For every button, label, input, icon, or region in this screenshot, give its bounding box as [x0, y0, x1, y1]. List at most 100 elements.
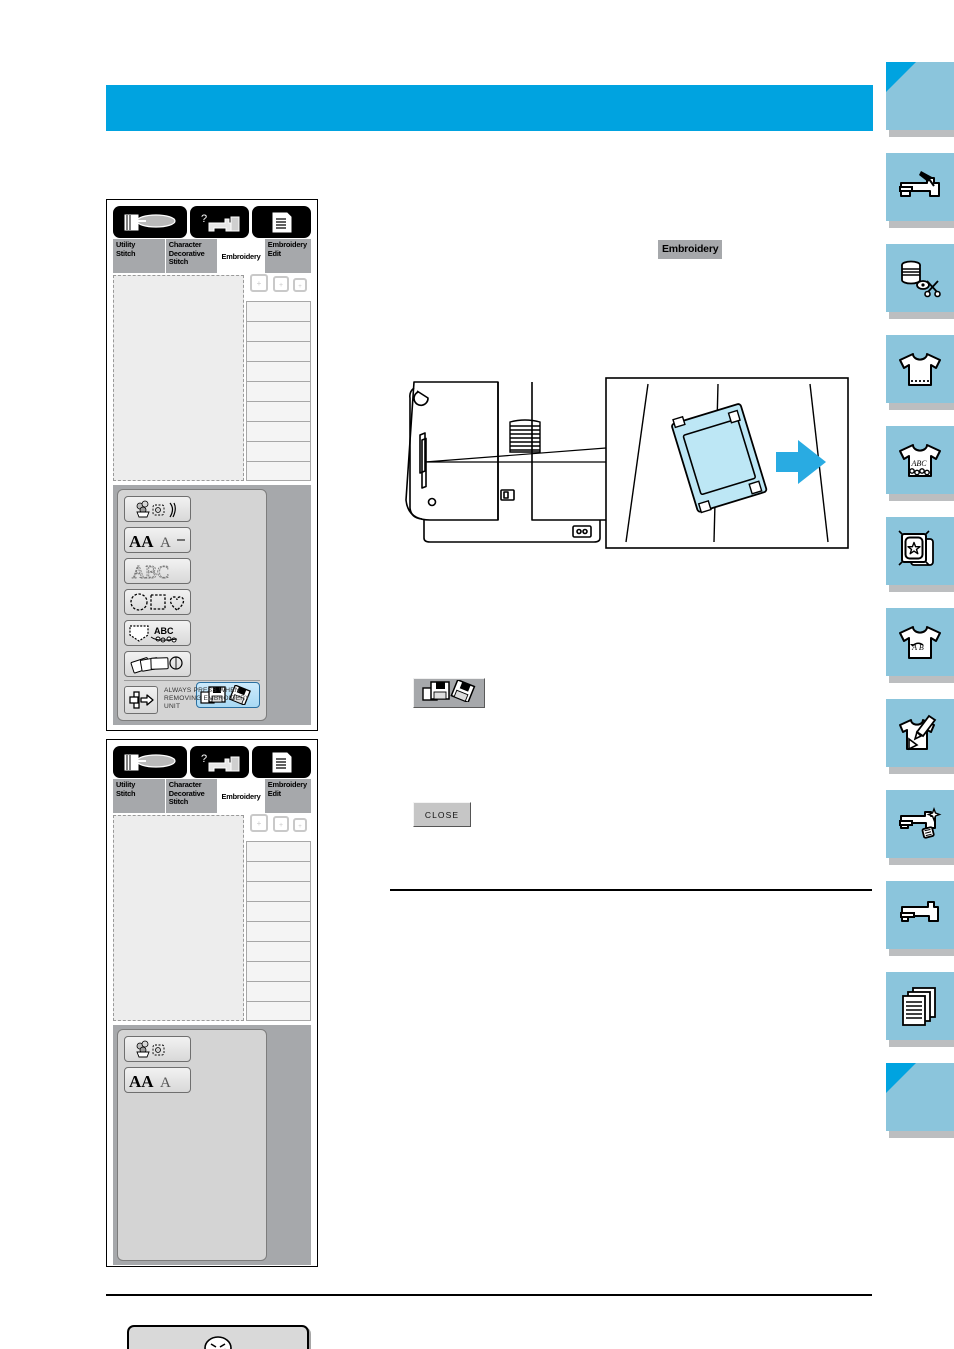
question-machine-icon[interactable]: ? — [189, 206, 249, 238]
tab-embroidery-edit[interactable]: Embroidery Edit — [264, 779, 312, 813]
disk-error-dialog: Can not read this disk. This disk may be… — [127, 1325, 309, 1349]
svg-text:ABC: ABC — [154, 626, 174, 636]
tab-label-line2: Stitch — [116, 788, 136, 798]
hoop-size-selector: + + + — [246, 272, 311, 301]
manual-page: ABC A B ? Utility Stitch Character Decor… — [0, 0, 954, 1349]
book-pencil-icon[interactable] — [113, 746, 187, 778]
tab-label-line3: Stitch — [168, 797, 189, 806]
svg-text:+: + — [257, 819, 262, 828]
sidebar-item-appliques[interactable] — [886, 699, 954, 774]
floral-patterns-button[interactable] — [124, 496, 191, 522]
hoop-large-icon[interactable]: + — [248, 272, 270, 299]
lcd2-body: + + + — [113, 812, 311, 1021]
list-item — [247, 842, 310, 862]
tshirt-dashed-hem-icon — [896, 349, 944, 389]
sewing-machine-icon — [896, 167, 944, 207]
sidebar-item-threading[interactable] — [886, 244, 954, 319]
page-header-bar — [106, 85, 873, 131]
sidebar-item-embroidery[interactable] — [886, 517, 954, 592]
pattern-preview-area — [113, 275, 244, 481]
tab-embroidery[interactable]: Embroidery — [218, 779, 265, 813]
tab-embroidery[interactable]: Embroidery — [218, 239, 265, 273]
sad-face-icon — [137, 1335, 299, 1349]
hoop-small-icon[interactable]: + — [292, 277, 309, 299]
sidebar-item-machine-settings[interactable] — [886, 881, 954, 956]
svg-text:ABC: ABC — [132, 562, 169, 581]
sidebar-item-sewing-machine[interactable] — [886, 153, 954, 228]
svg-text:+: + — [298, 824, 302, 830]
machine-plain-icon — [896, 898, 944, 932]
list-item — [247, 422, 310, 442]
hoop-medium-icon[interactable]: + — [271, 274, 291, 299]
tshirt-abc-icon: ABC — [896, 440, 944, 480]
svg-text:?: ? — [201, 213, 207, 225]
hoop-large-icon[interactable]: + — [248, 812, 270, 839]
tab-embroidery-edit[interactable]: Embroidery Edit — [264, 239, 312, 273]
list-item — [247, 942, 310, 962]
lcd2-tab-row: Utility Stitch Character Decorative Stit… — [113, 779, 312, 813]
svg-text:AA: AA — [129, 1072, 154, 1090]
tab-character-decorative-stitch[interactable]: Character Decorative Stitch — [165, 239, 219, 273]
checklist-page-icon[interactable] — [251, 206, 311, 238]
tab-character-decorative-stitch[interactable]: Character Decorative Stitch — [165, 779, 219, 813]
lcd1-body: + + + — [113, 272, 311, 481]
alphabet-patterns-button[interactable]: AA A — [124, 527, 191, 553]
tshirt-pen-icon — [896, 713, 944, 753]
disk-key-button[interactable] — [413, 678, 485, 708]
list-item — [247, 882, 310, 902]
list-item — [247, 442, 310, 462]
svg-text:+: + — [279, 282, 283, 289]
sidebar-item-utility-stitch[interactable] — [886, 335, 954, 410]
sidebar-item-back-cover[interactable] — [886, 1063, 954, 1138]
tab-utility-stitch[interactable]: Utility Stitch — [113, 779, 166, 813]
sidebar-item-cover[interactable] — [886, 62, 954, 137]
floppy-disk-icon — [421, 678, 477, 707]
page-footer-divider — [106, 1294, 872, 1296]
hoop-medium-icon[interactable]: + — [271, 814, 291, 839]
tab-label-line3: Stitch — [168, 257, 189, 266]
remove-unit-note-text: ALWAYS PRESS WHEN REMOVING EMBROIDERY UN… — [164, 687, 250, 710]
list-item — [247, 862, 310, 882]
floral-patterns-button[interactable] — [124, 1036, 191, 1062]
book-pencil-icon[interactable] — [113, 206, 187, 238]
carriage-release-icon[interactable] — [124, 686, 158, 714]
tab-label-line1: Embroidery — [221, 791, 261, 801]
sidebar-item-character-stitch[interactable]: ABC — [886, 426, 954, 501]
list-item — [247, 362, 310, 382]
svg-text:+: + — [279, 822, 283, 829]
lcd1-tab-row: Utility Stitch Character Decorative Stit… — [113, 239, 312, 273]
list-item — [247, 402, 310, 422]
machine-sparkle-icon — [896, 804, 944, 844]
svg-text:+: + — [298, 284, 302, 290]
lcd-screen-panel-2: ? Utility Stitch Character Decorative St… — [106, 739, 318, 1349]
svg-text:+: + — [257, 279, 262, 288]
sidebar-item-index[interactable] — [886, 972, 954, 1047]
alphabet-patterns-button[interactable]: AA A — [124, 1067, 191, 1093]
thread-spool-scissors-icon — [896, 257, 944, 299]
list-item — [247, 322, 310, 342]
script-alphabet-button[interactable]: ABC — [124, 558, 191, 584]
checklist-page-icon[interactable] — [251, 746, 311, 778]
embroidery-key-chip[interactable]: Embroidery — [658, 240, 723, 259]
card-patterns-button[interactable] — [124, 651, 191, 677]
list-item — [247, 382, 310, 402]
pocket-patterns-button[interactable]: ABC — [124, 620, 191, 646]
section-divider-middle — [390, 889, 872, 891]
lcd2-icon-button-row: ? — [113, 746, 311, 778]
stitch-color-list — [246, 841, 311, 1021]
list-item — [247, 962, 310, 982]
hoop-star-card-icon — [897, 530, 943, 572]
tab-utility-stitch[interactable]: Utility Stitch — [113, 239, 166, 273]
question-machine-icon[interactable]: ? — [189, 746, 249, 778]
close-key-button[interactable]: CLOSE — [413, 802, 471, 827]
lcd1-pattern-menu: AA A ABC ABC ALWAYS PRESS WHEN REMOVING … — [113, 485, 311, 725]
svg-text:A: A — [160, 535, 171, 550]
tab-label-line1: Embroidery — [221, 251, 261, 261]
hoop-small-icon[interactable]: + — [292, 817, 309, 839]
list-item — [247, 302, 310, 322]
frame-shapes-button[interactable] — [124, 589, 191, 615]
sidebar-item-maintenance[interactable] — [886, 790, 954, 865]
sidebar-item-embroidery-edit[interactable]: A B — [886, 608, 954, 683]
tshirt-ab-icon: A B — [896, 622, 944, 662]
list-item — [247, 1002, 310, 1022]
